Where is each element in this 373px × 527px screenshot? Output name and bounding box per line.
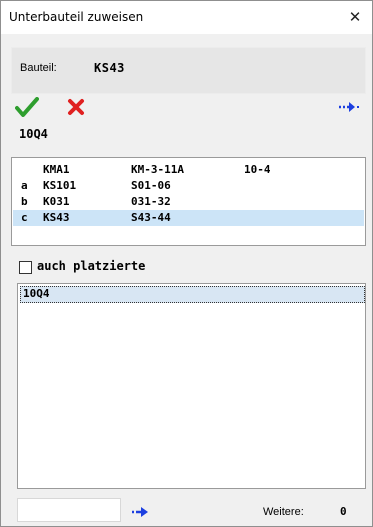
checkmark-icon [15, 97, 39, 117]
bauteil-value: KS43 [94, 61, 125, 75]
row-extra: 10-4 [244, 163, 271, 176]
list-item[interactable]: 10Q4 [20, 286, 365, 303]
list-row-selected[interactable]: c KS43 S43-44 [13, 210, 364, 226]
search-input[interactable] [17, 498, 121, 522]
row-ref: KM-3-11A [131, 163, 184, 176]
arrow-right-icon [339, 102, 359, 112]
assembly-code-label: 10Q4 [19, 127, 48, 141]
sub-part-list[interactable]: KMA1 KM-3-11A 10-4 a KS101 S01-06 b K031… [11, 157, 366, 246]
dialog-window: Unterbauteil zuweisen ✕ Bauteil: KS43 10… [0, 0, 373, 527]
auch-platzierte-label[interactable]: auch platzierte [37, 259, 145, 273]
confirm-button[interactable] [15, 97, 39, 117]
row-part: KS101 [43, 179, 77, 192]
go-button[interactable] [131, 504, 151, 518]
cancel-button[interactable] [65, 97, 87, 117]
window-title: Unterbauteil zuweisen [9, 10, 144, 24]
cross-icon [68, 99, 84, 115]
list-item-label: 10Q4 [23, 287, 50, 300]
row-letter: b [21, 195, 28, 208]
list-row[interactable]: KMA1 KM-3-11A 10-4 [13, 162, 364, 178]
auch-platzierte-checkbox[interactable] [19, 261, 32, 274]
weitere-label: Weitere: [263, 506, 304, 518]
row-ref: S43-44 [131, 211, 171, 224]
list-row[interactable]: a KS101 S01-06 [13, 178, 364, 194]
row-part: K031 [43, 195, 70, 208]
title-bar: Unterbauteil zuweisen ✕ [1, 1, 372, 34]
bauteil-label: Bauteil: [20, 62, 57, 74]
assigned-listbox[interactable]: 10Q4 [17, 283, 366, 489]
row-letter: c [21, 211, 28, 224]
next-button[interactable] [338, 99, 360, 115]
bauteil-panel: Bauteil: KS43 [11, 47, 366, 94]
row-letter: a [21, 179, 28, 192]
list-row[interactable]: b K031 031-32 [13, 194, 364, 210]
close-icon[interactable]: ✕ [344, 7, 366, 27]
row-part: KS43 [43, 211, 70, 224]
row-ref: 031-32 [131, 195, 171, 208]
row-part: KMA1 [43, 163, 70, 176]
arrow-right-icon [132, 507, 148, 517]
weitere-count: 0 [340, 505, 347, 518]
row-ref: S01-06 [131, 179, 171, 192]
